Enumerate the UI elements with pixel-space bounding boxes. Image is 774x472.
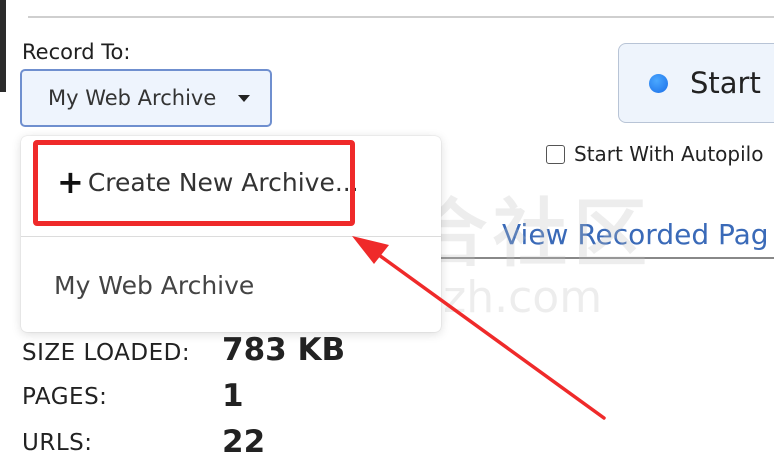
- autopilot-option[interactable]: Start With Autopilo: [546, 142, 763, 166]
- stat-value: 783 KB: [222, 332, 346, 368]
- menu-divider: [21, 236, 441, 237]
- stat-label: SIZE LOADED:: [22, 340, 191, 366]
- view-recorded-pages-link[interactable]: View Recorded Pag: [502, 218, 769, 251]
- stat-value: 22: [222, 424, 266, 460]
- start-button[interactable]: Start: [618, 43, 774, 123]
- archive-select-value: My Web Archive: [48, 86, 217, 110]
- start-button-label: Start: [690, 66, 761, 100]
- menu-item-my-web-archive[interactable]: My Web Archive: [54, 271, 254, 300]
- checkbox-icon[interactable]: [546, 144, 565, 164]
- caret-down-icon: [238, 94, 251, 102]
- stat-label: PAGES:: [22, 384, 108, 410]
- autopilot-label: Start With Autopilo: [574, 142, 764, 166]
- stat-value: 1: [222, 378, 244, 414]
- top-divider: [28, 16, 774, 18]
- section-divider: [440, 257, 774, 259]
- archive-select[interactable]: My Web Archive: [20, 69, 272, 127]
- archive-dropdown-menu: + Create New Archive... My Web Archive: [21, 136, 441, 332]
- menu-item-label: Create New Archive...: [87, 167, 359, 197]
- record-dot-icon: [649, 73, 668, 93]
- record-to-label: Record To:: [22, 40, 131, 64]
- window-edge: [0, 0, 6, 92]
- plus-icon: +: [57, 163, 84, 201]
- stat-label: URLS:: [22, 430, 93, 456]
- menu-item-create-new-archive[interactable]: + Create New Archive...: [57, 166, 359, 198]
